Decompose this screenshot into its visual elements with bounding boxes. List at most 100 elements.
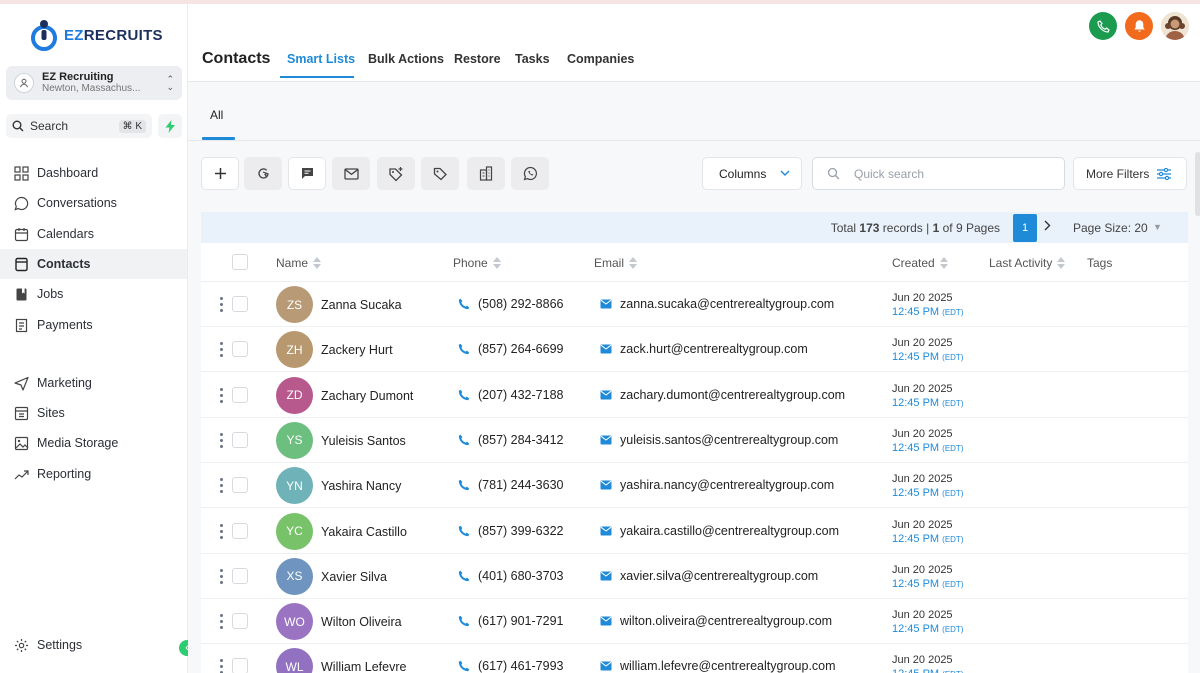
row-checkbox[interactable] xyxy=(232,341,248,358)
row-actions-kebab-icon[interactable] xyxy=(220,568,223,584)
tab-tasks[interactable]: Tasks xyxy=(515,52,550,66)
account-switcher[interactable]: EZ Recruiting Newton, Massachus... ⌃ ⌄ xyxy=(6,66,182,100)
contact-phone[interactable]: (401) 680-3703 xyxy=(458,569,563,583)
column-header-created[interactable]: Created xyxy=(892,256,949,270)
contact-phone[interactable]: (857) 399-6322 xyxy=(458,524,563,538)
contact-phone[interactable]: (857) 284-3412 xyxy=(458,433,563,447)
contact-name[interactable]: Wilton Oliveira xyxy=(321,615,402,629)
add-to-company-button[interactable] xyxy=(467,157,505,190)
row-actions-kebab-icon[interactable] xyxy=(220,342,223,358)
contact-email[interactable]: xavier.silva@centrerealtygroup.com xyxy=(600,569,818,583)
sidebar-item-marketing[interactable]: Marketing xyxy=(0,368,187,398)
contact-name[interactable]: Yakaira Castillo xyxy=(321,525,407,539)
row-actions-kebab-icon[interactable] xyxy=(220,432,223,448)
quick-search-input[interactable]: Quick search xyxy=(812,157,1065,190)
row-actions-kebab-icon[interactable] xyxy=(220,387,223,403)
page-1-button[interactable]: 1 xyxy=(1013,214,1037,242)
add-tag-button[interactable] xyxy=(377,157,415,190)
row-checkbox[interactable] xyxy=(232,431,248,448)
column-header-name[interactable]: Name xyxy=(276,256,322,270)
subtab-all[interactable]: All xyxy=(210,108,223,122)
contact-name[interactable]: Yashira Nancy xyxy=(321,479,401,493)
contact-name[interactable]: Xavier Silva xyxy=(321,570,387,584)
table-row[interactable]: ZD Zachary Dumont (207) 432-7188 zachary… xyxy=(201,373,1188,418)
tab-restore[interactable]: Restore xyxy=(454,52,501,66)
contact-email[interactable]: yuleisis.santos@centrerealtygroup.com xyxy=(600,433,838,447)
user-avatar[interactable] xyxy=(1161,12,1189,40)
contact-name[interactable]: Zackery Hurt xyxy=(321,343,393,357)
contact-name[interactable]: Zanna Sucaka xyxy=(321,298,402,312)
quick-action-bolt-icon[interactable] xyxy=(158,114,182,138)
page-size-select[interactable]: Page Size: 20 xyxy=(1073,221,1148,235)
contact-email[interactable]: zanna.sucaka@centrerealtygroup.com xyxy=(600,297,834,311)
contact-phone[interactable]: (617) 901-7291 xyxy=(458,614,563,628)
row-checkbox[interactable] xyxy=(232,613,248,630)
table-row[interactable]: WO Wilton Oliveira (617) 901-7291 wilton… xyxy=(201,599,1188,645)
row-checkbox[interactable] xyxy=(232,522,248,539)
contact-email[interactable]: zack.hurt@centrerealtygroup.com xyxy=(600,342,808,356)
automation-button[interactable] xyxy=(244,157,282,190)
contact-email[interactable]: william.lefevre@centrerealtygroup.com xyxy=(600,659,836,673)
row-checkbox[interactable] xyxy=(232,296,248,312)
table-row[interactable]: YC Yakaira Castillo (857) 399-6322 yakai… xyxy=(201,509,1188,554)
whatsapp-button[interactable] xyxy=(511,157,549,190)
row-checkbox[interactable] xyxy=(232,658,248,673)
column-header-last-activity[interactable]: Last Activity xyxy=(989,256,1066,270)
column-header-email[interactable]: Email xyxy=(594,256,638,270)
column-header-phone[interactable]: Phone xyxy=(453,256,502,270)
sidebar-item-dashboard[interactable]: Dashboard xyxy=(0,158,187,188)
table-row[interactable]: WL William Lefevre (617) 461-7993 willia… xyxy=(201,644,1188,673)
contact-phone[interactable]: (207) 432-7188 xyxy=(458,388,563,402)
side-panel-handle[interactable] xyxy=(1195,152,1200,216)
contact-email[interactable]: yakaira.castillo@centrerealtygroup.com xyxy=(600,524,839,538)
row-actions-kebab-icon[interactable] xyxy=(220,297,223,312)
sidebar-item-contacts[interactable]: Contacts xyxy=(0,249,187,279)
sidebar-item-sites[interactable]: Sites xyxy=(0,398,187,428)
row-actions-kebab-icon[interactable] xyxy=(220,659,223,673)
contact-email[interactable]: wilton.oliveira@centrerealtygroup.com xyxy=(600,614,832,628)
select-all-checkbox[interactable] xyxy=(232,254,248,270)
row-checkbox[interactable] xyxy=(232,567,248,584)
contact-phone[interactable]: (781) 244-3630 xyxy=(458,478,563,492)
contact-name[interactable]: William Lefevre xyxy=(321,660,406,673)
sidebar-item-settings[interactable]: Settings xyxy=(0,630,187,660)
sidebar-item-conversations[interactable]: Conversations xyxy=(0,188,187,218)
row-actions-kebab-icon[interactable] xyxy=(220,478,223,494)
send-sms-button[interactable] xyxy=(288,157,326,190)
row-checkbox[interactable] xyxy=(232,477,248,494)
sidebar-item-media-storage[interactable]: Media Storage xyxy=(0,428,187,458)
contact-email[interactable]: zachary.dumont@centrerealtygroup.com xyxy=(600,388,845,402)
contact-phone[interactable]: (617) 461-7993 xyxy=(458,659,563,673)
next-page-chevron-icon[interactable] xyxy=(1044,219,1051,234)
columns-dropdown[interactable]: Columns xyxy=(702,157,802,190)
table-row[interactable]: ZS Zanna Sucaka (508) 292-8866 zanna.suc… xyxy=(201,282,1188,327)
remove-tag-button[interactable] xyxy=(421,157,459,190)
sidebar-item-reporting[interactable]: Reporting xyxy=(0,459,187,489)
tab-companies[interactable]: Companies xyxy=(567,52,634,66)
row-actions-kebab-icon[interactable] xyxy=(220,614,223,630)
row-actions-kebab-icon[interactable] xyxy=(220,523,223,539)
phone-call-button[interactable] xyxy=(1089,12,1117,40)
table-row[interactable]: YS Yuleisis Santos (857) 284-3412 yuleis… xyxy=(201,418,1188,463)
sidebar-item-calendars[interactable]: Calendars xyxy=(0,219,187,249)
row-checkbox[interactable] xyxy=(232,386,248,403)
sidebar-item-jobs[interactable]: Jobs xyxy=(0,279,187,309)
add-contact-button[interactable] xyxy=(201,157,239,190)
tab-bulk-actions[interactable]: Bulk Actions xyxy=(368,52,444,66)
table-row[interactable]: XS Xavier Silva (401) 680-3703 xavier.si… xyxy=(201,554,1188,599)
sidebar-search[interactable]: Search ⌘ K xyxy=(6,114,152,138)
contact-phone[interactable]: (857) 264-6699 xyxy=(458,342,563,356)
tab-smart-lists[interactable]: Smart Lists xyxy=(287,52,355,66)
sidebar-item-payments[interactable]: Payments xyxy=(0,310,187,340)
table-row[interactable]: ZH Zackery Hurt (857) 264-6699 zack.hurt… xyxy=(201,327,1188,373)
column-header-tags[interactable]: Tags xyxy=(1087,256,1112,270)
contact-email[interactable]: yashira.nancy@centrerealtygroup.com xyxy=(600,478,834,492)
contact-name[interactable]: Yuleisis Santos xyxy=(321,434,406,448)
contact-phone[interactable]: (508) 292-8866 xyxy=(458,297,563,311)
send-email-button[interactable] xyxy=(332,157,370,190)
notifications-button[interactable] xyxy=(1125,12,1153,40)
table-row[interactable]: YN Yashira Nancy (781) 244-3630 yashira.… xyxy=(201,463,1188,509)
app-logo[interactable]: EZRECRUITS xyxy=(30,18,163,52)
contact-name[interactable]: Zachary Dumont xyxy=(321,389,413,403)
more-filters-button[interactable]: More Filters xyxy=(1073,157,1187,190)
